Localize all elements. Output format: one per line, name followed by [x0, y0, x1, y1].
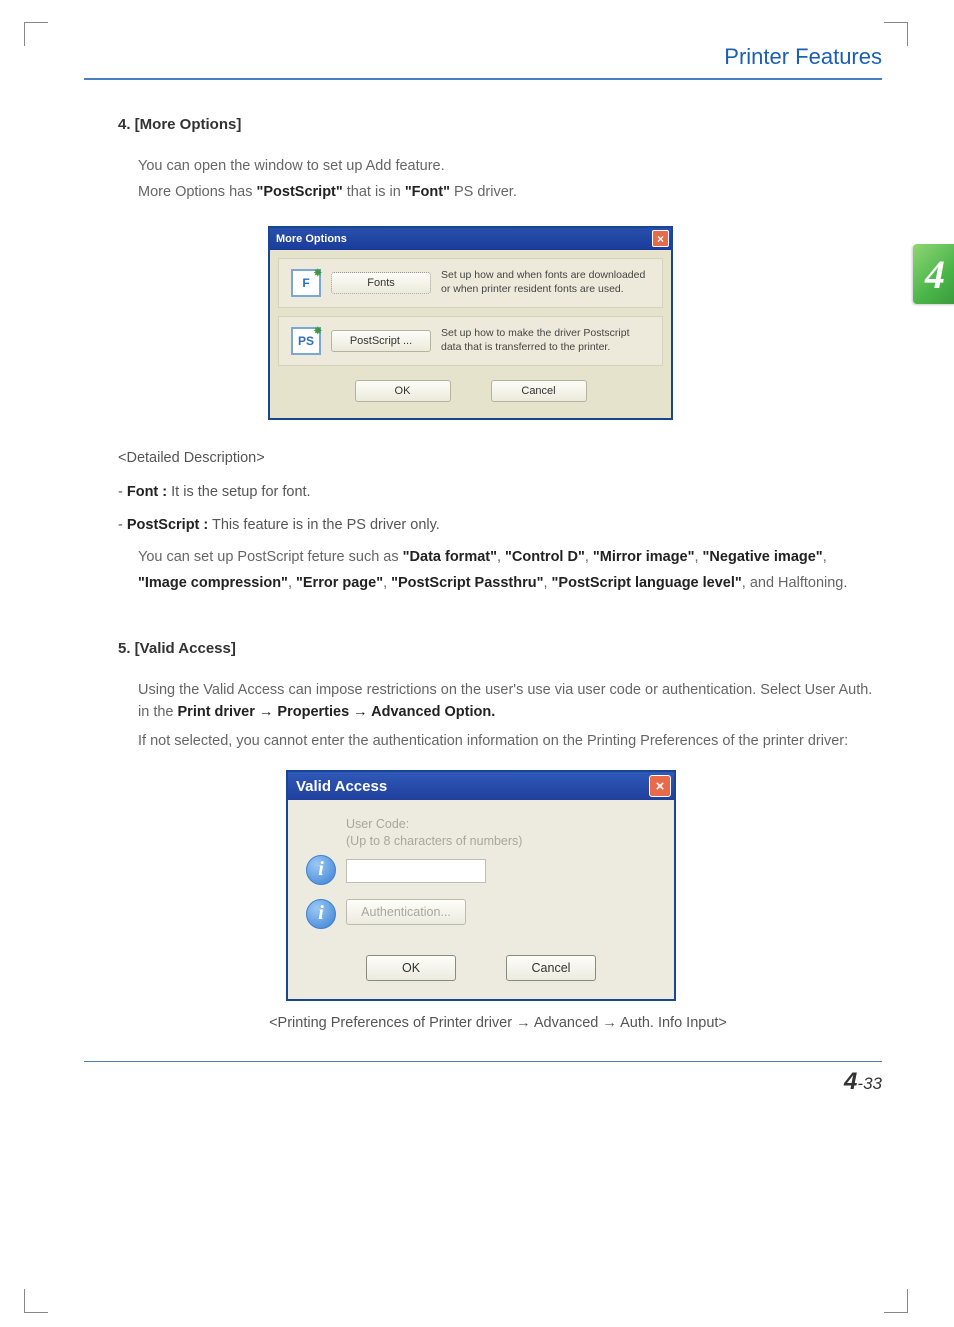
footer-rule — [84, 1061, 882, 1063]
section4-para2: More Options has "PostScript" that is in… — [138, 181, 878, 203]
crop-mark — [24, 1289, 48, 1313]
section5-para1: Using the Valid Access can impose restri… — [138, 679, 878, 724]
ok-button[interactable]: OK — [366, 955, 456, 981]
ps-icon: PS✸ — [291, 327, 321, 355]
header-rule — [84, 78, 882, 80]
dialog-titlebar: Valid Access × — [288, 772, 674, 800]
authentication-button[interactable]: Authentication... — [346, 899, 466, 925]
more-options-dialog: More Options × F✸ Fonts Set up how and w… — [268, 226, 673, 420]
usercode-label: User Code: (Up to 8 characters of number… — [346, 816, 656, 849]
chapter-tab: 4 — [913, 244, 954, 304]
dialog-titlebar: More Options × — [270, 228, 671, 250]
ok-button[interactable]: OK — [355, 380, 451, 402]
usercode-input[interactable] — [346, 859, 486, 883]
close-icon[interactable]: × — [649, 775, 671, 797]
crop-mark — [884, 1289, 908, 1313]
dialog-title: More Options — [276, 233, 347, 245]
gear-icon: ✸ — [314, 326, 322, 337]
postscript-button[interactable]: PostScript ... — [331, 330, 431, 352]
dialog-title: Valid Access — [296, 778, 387, 795]
crop-mark — [24, 22, 48, 46]
font-bullet: - Font : It is the setup for font. — [118, 480, 878, 505]
info-icon: i — [306, 899, 336, 929]
section5-para2: If not selected, you cannot enter the au… — [138, 730, 878, 752]
postscript-desc: Set up how to make the driver Postscript… — [441, 327, 650, 354]
figure-caption: <Printing Preferences of Printer driver … — [118, 1015, 878, 1031]
fonts-row: F✸ Fonts Set up how and when fonts are d… — [278, 258, 663, 308]
cancel-button[interactable]: Cancel — [491, 380, 587, 402]
section4-para1: You can open the window to set up Add fe… — [138, 155, 878, 177]
section4-heading: 4. [More Options] — [118, 116, 878, 133]
close-icon[interactable]: × — [652, 230, 669, 247]
section5-heading: 5. [Valid Access] — [118, 640, 878, 657]
cancel-button[interactable]: Cancel — [506, 955, 596, 981]
postscript-detail: You can set up PostScript feture such as… — [138, 545, 878, 596]
postscript-row: PS✸ PostScript ... Set up how to make th… — [278, 316, 663, 366]
info-icon: i — [306, 855, 336, 885]
gear-icon: ✸ — [314, 268, 322, 279]
fonts-button[interactable]: Fonts — [331, 272, 431, 294]
page-header-title: Printer Features — [84, 44, 882, 78]
font-icon: F✸ — [291, 269, 321, 297]
page-number: 4-33 — [84, 1068, 882, 1096]
crop-mark — [884, 22, 908, 46]
detailed-heading: <Detailed Description> — [118, 450, 878, 466]
postscript-bullet: - PostScript : This feature is in the PS… — [118, 513, 878, 538]
fonts-desc: Set up how and when fonts are downloaded… — [441, 269, 650, 296]
valid-access-dialog: Valid Access × User Code: (Up to 8 chara… — [286, 770, 676, 1001]
